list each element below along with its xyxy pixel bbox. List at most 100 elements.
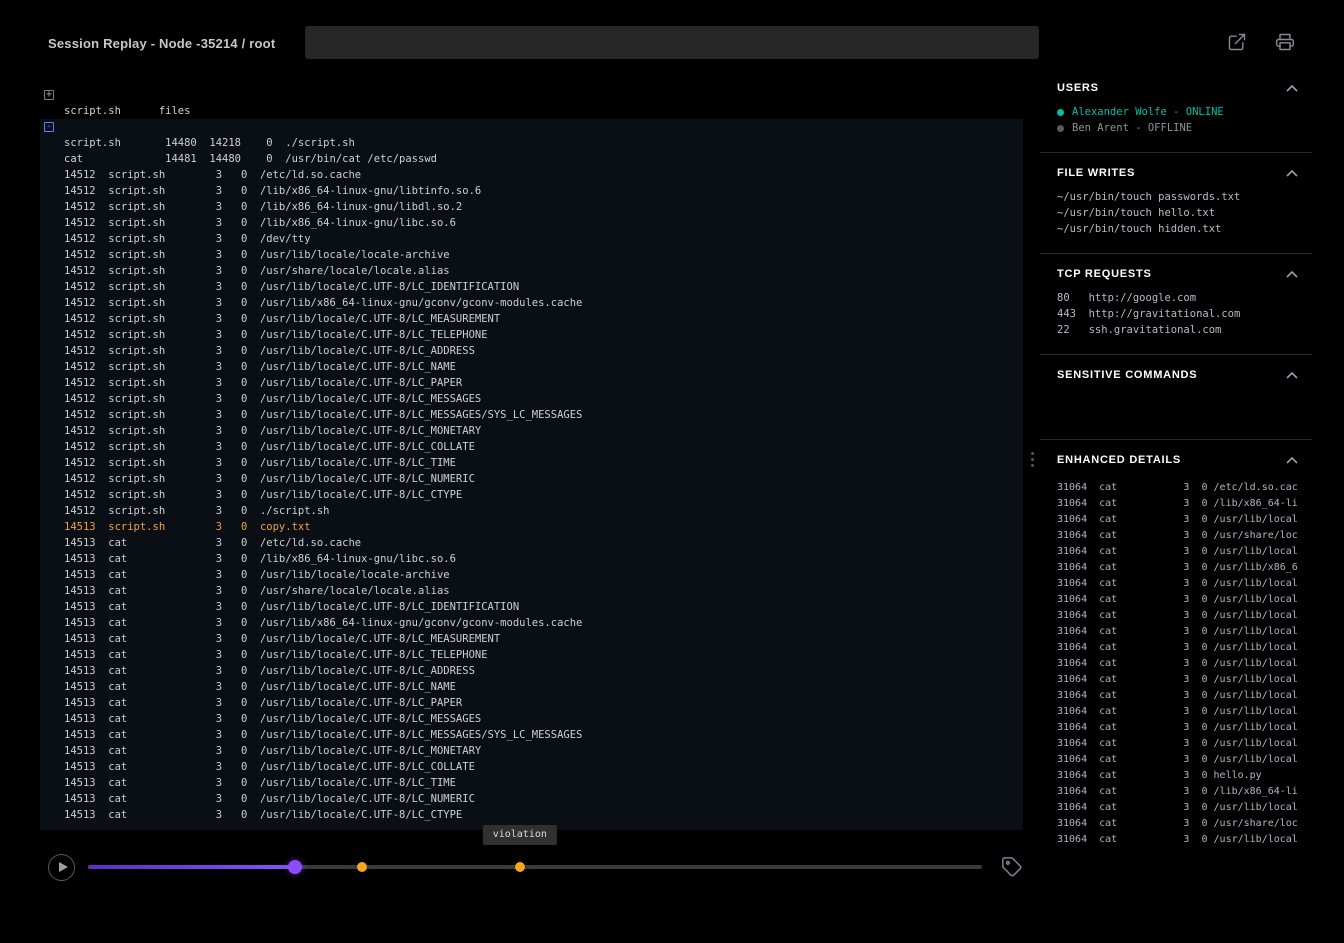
syscall-rows: 14512 script.sh 3 0 /etc/ld.so.cache 145… — [40, 167, 1023, 823]
expanded-command-line: -./script.sh — [40, 119, 1023, 135]
details-sidebar: USERS Alexander Wolfe - ONLINE Ben Arent… — [1040, 80, 1312, 864]
syscall-row: 14512 script.sh 3 0 /lib/x86_64-linux-gn… — [40, 215, 1023, 231]
panel-title: SENSITIVE COMMANDS — [1057, 369, 1197, 381]
enhanced-detail-row: 31064 cat 3 0 /usr/lib/locale — [1057, 576, 1298, 592]
syscall-row: 14513 cat 3 0 /usr/lib/locale/C.UTF-8/LC… — [40, 679, 1023, 695]
sensitive-commands-panel-header[interactable]: SENSITIVE COMMANDS — [1057, 367, 1298, 383]
enhanced-detail-row: 31064 cat 3 0 /usr/lib/locale — [1057, 704, 1298, 720]
sensitive-command-item: copypasswords.txt — [1057, 407, 1298, 423]
syscall-row: 14513 cat 3 0 /usr/lib/locale/C.UTF-8/LC… — [40, 695, 1023, 711]
panel-title: FILE WRITES — [1057, 167, 1135, 179]
play-button[interactable] — [48, 854, 75, 881]
syscall-row: 14513 cat 3 0 /usr/lib/locale/C.UTF-8/LC… — [40, 599, 1023, 615]
syscall-row: 14512 script.sh 3 0 /usr/lib/locale/C.UT… — [40, 327, 1023, 343]
syscall-row: 14513 cat 3 0 /usr/lib/locale/C.UTF-8/LC… — [40, 743, 1023, 759]
syscall-row: 14513 cat 3 0 /usr/lib/locale/C.UTF-8/LC… — [40, 663, 1023, 679]
syscall-row: 14512 script.sh 3 0 /usr/lib/locale/C.UT… — [40, 439, 1023, 455]
syscall-row: 14512 script.sh 3 0 /usr/share/locale/lo… — [40, 263, 1023, 279]
chevron-up-icon — [1286, 170, 1298, 177]
enhanced-detail-row: 31064 cat 3 0 /usr/lib/locale — [1057, 544, 1298, 560]
user-item: Alexander Wolfe - ONLINE — [1057, 104, 1298, 120]
collapse-icon[interactable]: - — [44, 122, 54, 132]
panel-title: ENHANCED DETAILS — [1057, 454, 1181, 466]
print-button[interactable] — [1274, 32, 1296, 54]
sensitive-command-item: touchpasswords.txt — [1057, 391, 1298, 407]
tcp-request-item: 22 ssh.gravitational.com — [1057, 322, 1298, 338]
export-icon — [1227, 32, 1247, 52]
file-write-item: ~/usr/bin/touch hidden.txt — [1057, 221, 1298, 237]
export-button[interactable] — [1226, 32, 1248, 54]
chevron-up-icon — [1286, 457, 1298, 464]
enhanced-detail-row: 31064 cat 3 0 /usr/lib/locale — [1057, 672, 1298, 688]
syscall-row: 14513 cat 3 0 /lib/x86_64-linux-gnu/libc… — [40, 551, 1023, 567]
violation-marker[interactable] — [515, 862, 525, 872]
file-writes-panel: FILE WRITES ~/usr/bin/touch passwords.tx… — [1040, 153, 1312, 254]
syscall-row: 14512 script.sh 3 0 /usr/lib/locale/C.UT… — [40, 279, 1023, 295]
syscall-row: 14513 cat 3 0 /usr/lib/locale/C.UTF-8/LC… — [40, 727, 1023, 743]
chevron-up-icon — [1286, 271, 1298, 278]
syscall-row: 14512 script.sh 3 0 /dev/tty — [40, 231, 1023, 247]
enhanced-detail-row: 31064 cat 3 0 /usr/share/loca — [1057, 816, 1298, 832]
collapsed-command-line: +ls — [40, 87, 1023, 103]
enhanced-detail-row: 31064 cat 3 0 hello.py — [1057, 768, 1298, 784]
syscall-row: 14512 script.sh 3 0 /lib/x86_64-linux-gn… — [40, 183, 1023, 199]
syscall-row: 14512 script.sh 3 0 /usr/lib/x86_64-linu… — [40, 295, 1023, 311]
file-write-item: ~/usr/bin/touch hello.txt — [1057, 205, 1298, 221]
enhanced-detail-row: 31064 cat 3 0 /usr/lib/locale — [1057, 752, 1298, 768]
toolbar-input[interactable] — [305, 26, 1039, 59]
syscall-row: 14513 cat 3 0 /usr/lib/locale/C.UTF-8/LC… — [40, 759, 1023, 775]
slider-thumb[interactable] — [288, 860, 302, 874]
enhanced-detail-row: 31064 cat 3 0 /usr/lib/locale — [1057, 800, 1298, 816]
syscall-row: 14513 cat 3 0 /usr/lib/locale/locale-arc… — [40, 567, 1023, 583]
syscall-row: 14512 script.sh 3 0 /usr/lib/locale/C.UT… — [40, 487, 1023, 503]
session-terminal: +ls script.sh files -./script.sh script.… — [40, 87, 1023, 830]
syscall-row: 14512 script.sh 3 0 /usr/lib/locale/C.UT… — [40, 455, 1023, 471]
process-lines: script.sh 14480 14218 0 ./script.sh cat … — [40, 135, 1023, 167]
chevron-up-icon — [1286, 85, 1298, 92]
process-line: cat 14481 14480 0 /usr/bin/cat /etc/pass… — [40, 151, 1023, 167]
enhanced-detail-row: 31064 cat 3 0 /lib/x86_64-lin — [1057, 784, 1298, 800]
page-title: Session Replay - Node -35214 / root — [48, 36, 275, 51]
panel-title: TCP REQUESTS — [1057, 268, 1152, 280]
sensitive-commands-list: touchpasswords.txt copypasswords.txt — [1057, 391, 1298, 423]
syscall-row: 14513 cat 3 0 /etc/ld.so.cache — [40, 535, 1023, 551]
tcp-request-item: 80 http://google.com — [1057, 290, 1298, 306]
panel-resize-handle[interactable] — [1028, 449, 1036, 475]
user-item: Ben Arent - OFFLINE — [1057, 120, 1298, 136]
enhanced-details-panel-header[interactable]: ENHANCED DETAILS — [1057, 452, 1298, 468]
syscall-row: 14512 script.sh 3 0 /usr/lib/locale/C.UT… — [40, 423, 1023, 439]
enhanced-detail-row: 31064 cat 3 0 /lib/x86_64-lin — [1057, 496, 1298, 512]
enhanced-detail-row: 31064 cat 3 0 /usr/lib/locale — [1057, 688, 1298, 704]
enhanced-details-list: 31064 cat 3 0 /etc/ld.so.cach 31064 cat … — [1057, 480, 1298, 848]
expand-icon[interactable]: + — [44, 90, 54, 100]
session-replay-app: Session Replay - Node -35214 / root +ls … — [0, 0, 1344, 943]
file-writes-panel-header[interactable]: FILE WRITES — [1057, 165, 1298, 181]
users-list: Alexander Wolfe - ONLINE Ben Arent - OFF… — [1057, 104, 1298, 136]
printer-icon — [1275, 32, 1295, 52]
tcp-requests-list: 80 http://google.com 443 http://gravitat… — [1057, 290, 1298, 338]
user-status-dot — [1057, 109, 1064, 116]
syscall-row: 14512 script.sh 3 0 /lib/x86_64-linux-gn… — [40, 199, 1023, 215]
tag-button[interactable] — [999, 855, 1025, 881]
panel-title: USERS — [1057, 82, 1099, 94]
enhanced-detail-row: 31064 cat 3 0 /usr/lib/locale — [1057, 624, 1298, 640]
playback-controls: violation — [0, 845, 1344, 905]
user-status-dot — [1057, 125, 1064, 132]
tag-icon — [1001, 856, 1023, 878]
syscall-row: 14513 cat 3 0 /usr/lib/locale/C.UTF-8/LC… — [40, 711, 1023, 727]
tcp-requests-panel: TCP REQUESTS 80 http://google.com 443 ht… — [1040, 254, 1312, 355]
enhanced-detail-row: 31064 cat 3 0 /usr/lib/locale — [1057, 592, 1298, 608]
violation-marker[interactable] — [357, 862, 367, 872]
timeline-slider[interactable]: violation — [88, 864, 982, 870]
tcp-requests-panel-header[interactable]: TCP REQUESTS — [1057, 266, 1298, 282]
syscall-row: 14513 cat 3 0 /usr/lib/x86_64-linux-gnu/… — [40, 615, 1023, 631]
topbar: Session Replay - Node -35214 / root — [0, 0, 1344, 66]
syscall-row: 14512 script.sh 3 0 /usr/lib/locale/C.UT… — [40, 359, 1023, 375]
command-output-line: script.sh files — [40, 103, 1023, 119]
syscall-row: 14512 script.sh 3 0 /usr/lib/locale/C.UT… — [40, 375, 1023, 391]
syscall-row: 14513 cat 3 0 /usr/lib/locale/C.UTF-8/LC… — [40, 631, 1023, 647]
enhanced-detail-row: 31064 cat 3 0 /usr/lib/x86_64 — [1057, 560, 1298, 576]
enhanced-detail-row: 31064 cat 3 0 /usr/lib/locale — [1057, 736, 1298, 752]
users-panel-header[interactable]: USERS — [1057, 80, 1298, 96]
expanded-command-block: -./script.sh script.sh 14480 14218 0 ./s… — [40, 119, 1023, 830]
